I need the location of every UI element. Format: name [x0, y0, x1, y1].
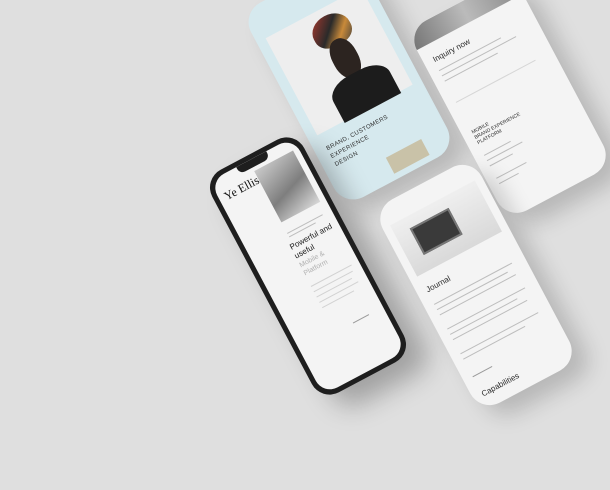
- rule: [441, 36, 517, 77]
- rule: [444, 52, 498, 82]
- journal-footer: Capabilities: [479, 371, 521, 399]
- journal-laptop-image: [389, 180, 502, 277]
- plant-thumb: [385, 139, 430, 174]
- rule: [463, 325, 526, 360]
- portrait-photo: [265, 0, 413, 136]
- rule: [455, 59, 536, 103]
- journal-heading: Journal: [424, 273, 452, 295]
- rule: [489, 153, 513, 167]
- inquiry-heading: Inquiry now: [431, 36, 472, 65]
- laptop-shape: [409, 207, 463, 255]
- rule: [460, 312, 539, 355]
- rule: [352, 314, 370, 324]
- mockup-scene: BRAND, CUSTOMERS EXPERIENCE DESIGN Inqui…: [0, 0, 610, 490]
- phone-logo: Ye Ellis: [221, 173, 262, 204]
- rule: [472, 366, 493, 378]
- rule: [447, 287, 526, 330]
